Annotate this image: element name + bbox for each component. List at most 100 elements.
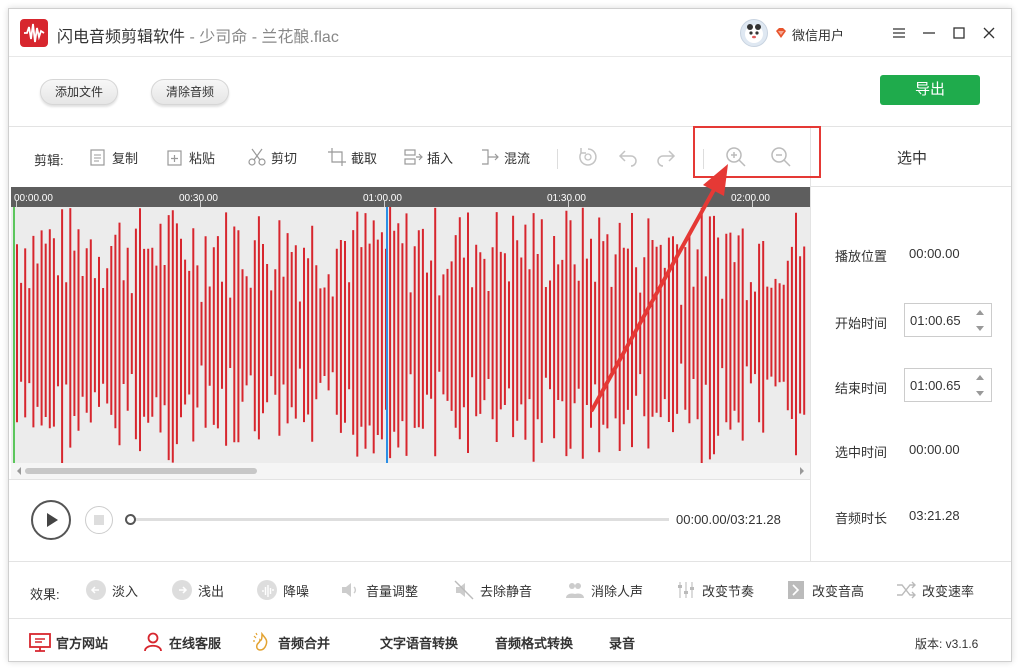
scroll-right-icon[interactable] (798, 466, 806, 476)
cut-button[interactable]: 剪切 (247, 143, 297, 171)
fade-out-label: 浅出 (198, 583, 225, 599)
title-bar: 闪电音频剪辑软件 - 少司命 - 兰花酿.flac 微信用户 (9, 9, 1011, 57)
online-support-link[interactable]: 在线客服 (142, 631, 221, 653)
remove-silence-button[interactable]: 去除静音 (453, 578, 532, 602)
seek-track[interactable] (129, 518, 669, 521)
tick-label: 00:30.00 (179, 193, 218, 204)
end-time-up-icon[interactable] (973, 371, 987, 385)
selection-duration-value: 00:00.00 (909, 442, 960, 457)
copy-button[interactable]: 复制 (88, 143, 138, 171)
speed-icon (897, 581, 916, 599)
copy-icon (90, 149, 105, 166)
timeline-ruler[interactable]: 00:00.00 00:30.00 01:00.00 01:30.00 02:0… (11, 187, 810, 207)
format-convert-link[interactable]: 音频格式转换 (495, 631, 573, 653)
effects-bar: 效果: 淡入 浅出 降噪 音量调整 去除静音 消除人声 改变节奏 改变音高 改变… (9, 561, 1011, 619)
file-name: 少司命 - 兰花酿.flac (199, 29, 339, 46)
end-time-label: 结束时间 (835, 381, 888, 396)
play-position-label: 播放位置 (835, 249, 888, 264)
insert-label: 插入 (427, 150, 454, 166)
tick-label: 01:30.00 (547, 193, 586, 204)
end-time-spinner[interactable]: 01:00.65 (904, 368, 992, 402)
change-tempo-label: 改变节奏 (702, 583, 755, 599)
selection-title: 选中 (811, 127, 1011, 187)
menu-icon[interactable] (887, 21, 911, 45)
start-time-down-icon[interactable] (973, 321, 987, 335)
tick-label: 01:00.00 (363, 193, 402, 204)
undo-button[interactable] (616, 145, 640, 169)
remove-vocals-button[interactable]: 消除人声 (564, 578, 643, 602)
action-bar: 添加文件 清除音频 导出 (9, 57, 1011, 127)
edit-toolbar: 剪辑: 复制 粘贴 剪切 截取 插入 混流 (9, 127, 810, 187)
end-time-value[interactable]: 01:00.65 (910, 378, 961, 393)
maximize-icon[interactable] (947, 21, 971, 45)
app-name: 闪电音频剪辑软件 (57, 29, 186, 46)
edit-label: 剪辑: (34, 153, 64, 168)
official-site-link[interactable]: 官方网站 (29, 631, 108, 653)
selection-duration-label: 选中时间 (835, 445, 888, 460)
footer-bar: 官方网站 在线客服 音频合并 文字语音转换 音频格式转换 录音 版本: v3.1… (9, 619, 1011, 661)
change-pitch-button[interactable]: 改变音高 (785, 578, 864, 602)
record-label: 录音 (609, 635, 636, 651)
volume-icon (342, 583, 356, 597)
audio-merge-link[interactable]: 音频合并 (251, 631, 330, 653)
fade-out-button[interactable]: 浅出 (171, 578, 224, 602)
waveform-canvas[interactable] (11, 207, 810, 463)
paste-icon (167, 150, 182, 166)
tempo-icon (678, 582, 694, 598)
close-icon[interactable] (977, 21, 1001, 45)
user-name[interactable]: 微信用户 (792, 25, 844, 44)
denoise-button[interactable]: 降噪 (256, 578, 309, 602)
online-support-label: 在线客服 (169, 635, 222, 651)
paste-button[interactable]: 粘贴 (165, 143, 215, 171)
volume-adjust-label: 音量调整 (366, 583, 419, 599)
mix-label: 混流 (504, 150, 531, 166)
clear-audio-button[interactable]: 清除音频 (151, 79, 230, 105)
player-bar: 00:00.00/03:21.28 (9, 479, 810, 561)
mix-icon (482, 149, 499, 165)
toolbar-divider (557, 149, 558, 169)
play-icon (47, 513, 58, 527)
change-speed-button[interactable]: 改变速率 (895, 578, 974, 602)
flame-icon (253, 632, 268, 651)
fade-in-icon (86, 580, 106, 600)
change-pitch-label: 改变音高 (812, 583, 865, 599)
change-tempo-button[interactable]: 改变节奏 (675, 578, 754, 602)
tts-label: 文字语音转换 (380, 635, 459, 651)
export-button[interactable]: 导出 (880, 75, 980, 105)
copy-label: 复制 (112, 150, 139, 166)
change-speed-label: 改变速率 (922, 583, 975, 599)
redo-button[interactable] (654, 145, 678, 169)
tts-link[interactable]: 文字语音转换 (380, 631, 458, 653)
start-time-up-icon[interactable] (973, 306, 987, 320)
window-title: 闪电音频剪辑软件 - 少司命 - 兰花酿.flac (57, 23, 339, 47)
fade-out-icon (172, 580, 192, 600)
user-avatar[interactable] (740, 19, 768, 47)
seek-knob[interactable] (125, 514, 136, 525)
redo-icon (657, 150, 676, 167)
remove-silence-label: 去除静音 (480, 583, 533, 599)
scroll-left-icon[interactable] (15, 466, 23, 476)
add-file-button[interactable]: 添加文件 (40, 79, 119, 105)
reset-button[interactable] (576, 145, 600, 169)
crop-button[interactable]: 截取 (327, 143, 377, 171)
play-button[interactable] (31, 500, 71, 540)
start-time-spinner[interactable]: 01:00.65 (904, 303, 992, 337)
scrollbar-thumb[interactable] (25, 468, 257, 474)
app-logo-icon (20, 19, 48, 47)
paste-label: 粘贴 (189, 150, 216, 166)
denoise-label: 降噪 (283, 583, 310, 599)
end-time-down-icon[interactable] (973, 386, 987, 400)
waveform-scrollbar[interactable] (11, 463, 810, 479)
fade-in-button[interactable]: 淡入 (85, 578, 138, 602)
waveform-editor[interactable]: 00:00.00 00:30.00 01:00.00 01:30.00 02:0… (11, 187, 810, 479)
insert-button[interactable]: 插入 (403, 143, 453, 171)
minimize-icon[interactable] (917, 21, 941, 45)
mix-button[interactable]: 混流 (480, 143, 530, 171)
waveform-graph (13, 207, 806, 463)
volume-adjust-button[interactable]: 音量调整 (339, 578, 418, 602)
official-site-label: 官方网站 (56, 635, 109, 651)
record-link[interactable]: 录音 (609, 631, 635, 653)
stop-button[interactable] (85, 506, 113, 534)
start-time-value[interactable]: 01:00.65 (910, 313, 961, 328)
audio-length-label: 音频时长 (835, 511, 888, 526)
